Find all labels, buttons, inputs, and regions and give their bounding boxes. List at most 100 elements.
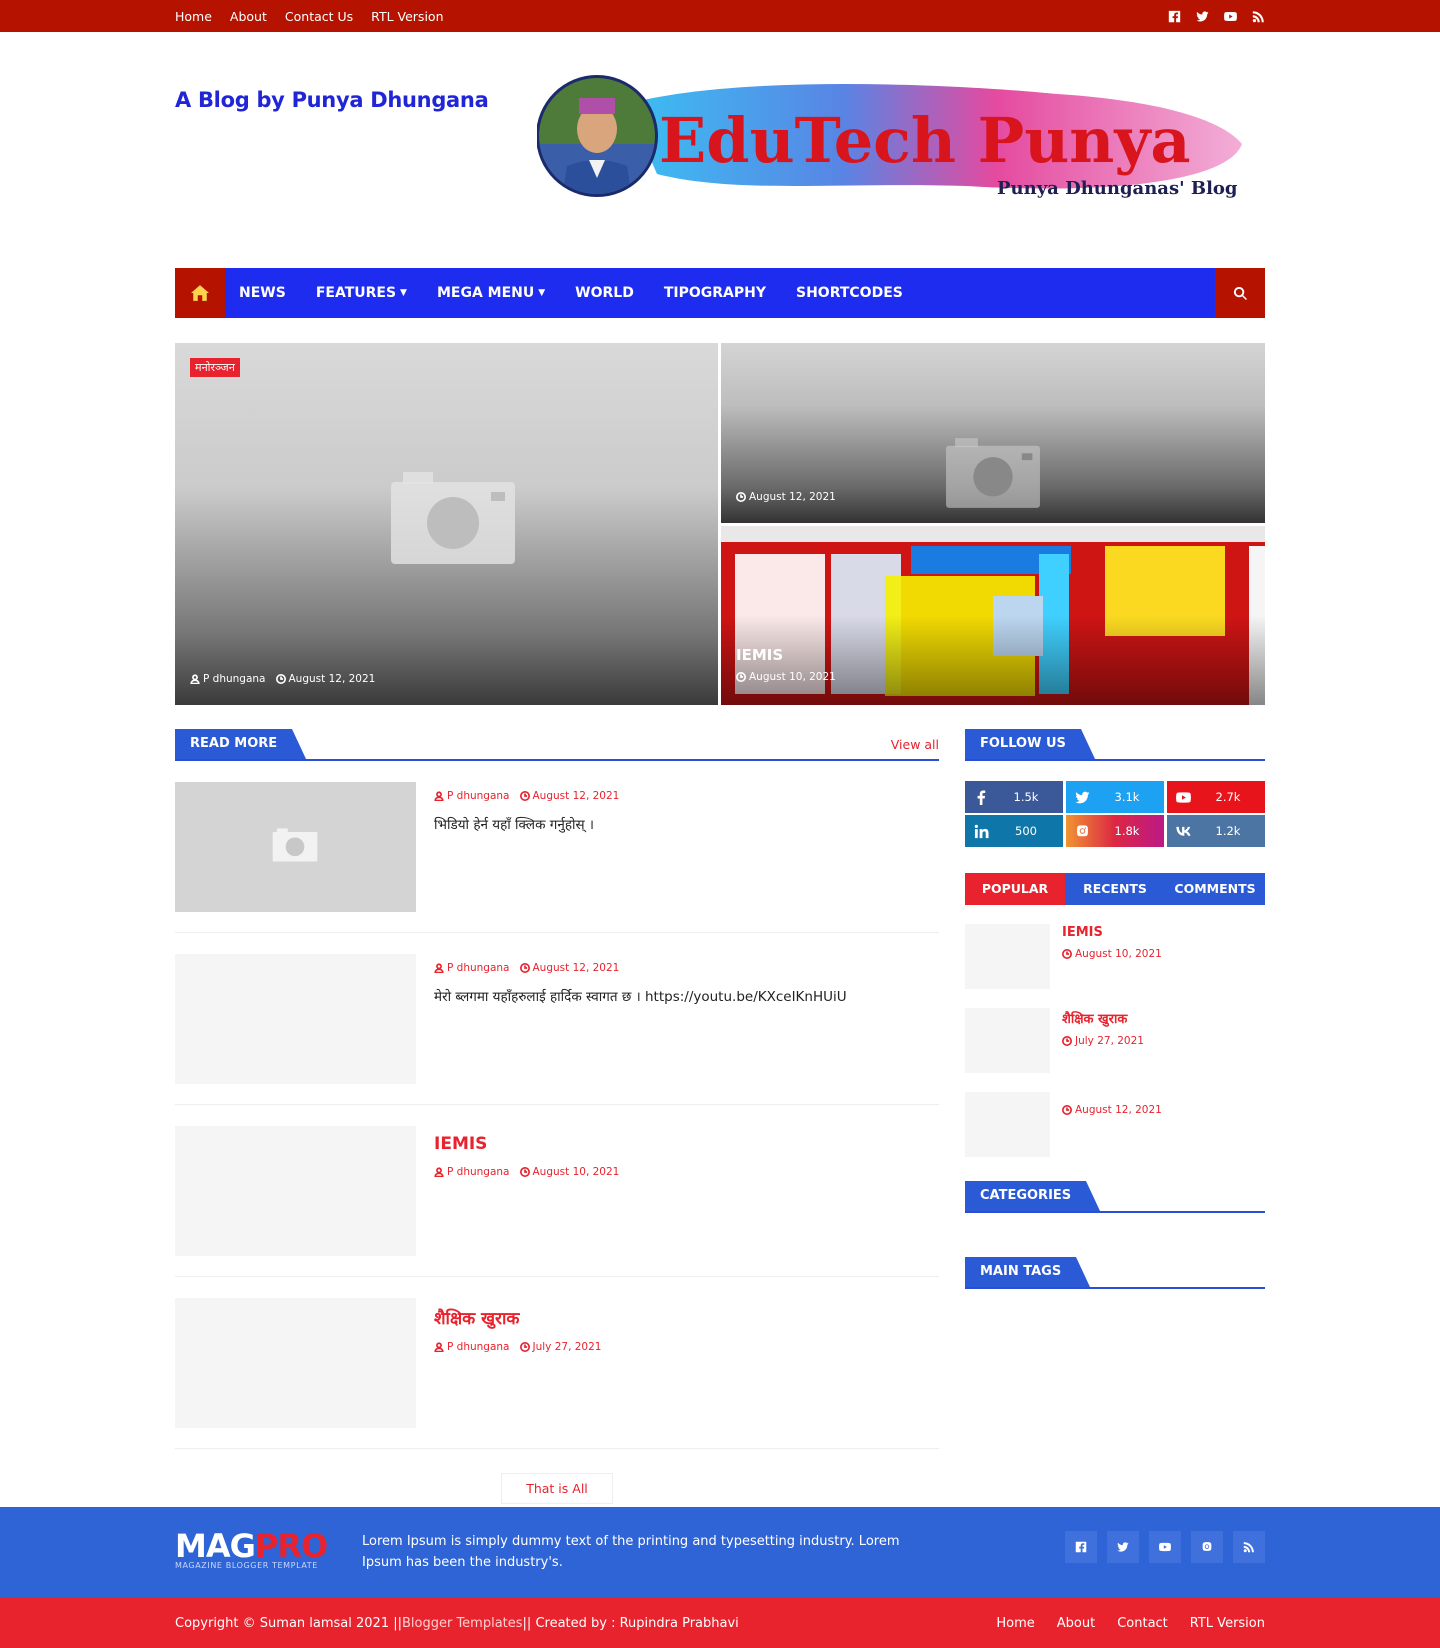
footer-link-contact[interactable]: Contact [1117,1616,1168,1631]
top-links: Home About Contact Us RTL Version [175,9,444,24]
post-thumbnail[interactable] [175,782,416,912]
top-link-about[interactable]: About [230,9,267,24]
post-thumbnail[interactable] [965,1092,1050,1157]
search-icon [1233,286,1247,300]
nav-item-news[interactable]: NEWS [239,285,301,301]
post-thumbnail[interactable] [965,924,1050,989]
twitter-icon[interactable] [1107,1531,1139,1563]
post-date: August 12, 2021 [532,962,620,974]
post-date: August 10, 2021 [749,671,836,683]
youtube-icon[interactable] [1149,1531,1181,1563]
logo-subtitle: MAGAZINE BLOGGER TEMPLATE [175,1561,318,1570]
footer-link-rtl[interactable]: RTL Version [1190,1616,1265,1631]
list-item[interactable]: IEMIS P dhungana August 10, 2021 [175,1105,939,1277]
post-author[interactable]: P dhungana [447,962,510,974]
chevron-down-icon: ▼ [400,288,407,298]
facebook-icon[interactable] [1167,9,1181,23]
bottom-bar: Copyright © Suman lamsal 2021 ||Blogger … [0,1598,1440,1648]
footer-social [1065,1531,1265,1563]
view-all-link[interactable]: View all [891,737,939,752]
tab-popular[interactable]: POPULAR [965,873,1065,905]
footer-link-about[interactable]: About [1057,1616,1095,1631]
footer-link-home[interactable]: Home [996,1616,1034,1631]
post-author[interactable]: P dhungana [447,1341,510,1353]
nav-item-shortcodes[interactable]: SHORTCODES [781,285,918,301]
camera-placeholder-icon [272,828,318,862]
social-counters: 1.5k 3.1k 2.7k 500 1.8k 1.2k [965,781,1265,847]
footer-logo[interactable]: MAGPRO MAGAZINE BLOGGER TEMPLATE [175,1530,328,1570]
post-meta: P dhungana August 12, 2021 [434,790,619,802]
top-link-rtl[interactable]: RTL Version [371,9,443,24]
post-title[interactable]: IEMIS [434,1134,619,1154]
post-meta: August 10, 2021 [736,671,836,683]
post-thumbnail[interactable] [175,954,416,1084]
nav-item-features[interactable]: FEATURES ▼ [301,285,422,301]
instagram-icon [1077,824,1088,836]
clock-icon [519,1342,530,1352]
popular-item[interactable]: August 12, 2021 [965,1092,1265,1157]
categories-header: CATEGORIES [965,1181,1265,1213]
header-banner[interactable]: EduTech Punya Punya Dhunganas' Blog [537,74,1253,204]
featured-post-main[interactable]: मनोरञ्जन P dhungana August 12, 2021 [175,343,718,705]
category-badge[interactable]: मनोरञ्जन [190,358,240,377]
rss-icon[interactable] [1233,1531,1265,1563]
linkedin-icon [974,824,989,838]
facebook-icon[interactable] [1065,1531,1097,1563]
instagram-icon[interactable] [1191,1531,1223,1563]
tab-recents[interactable]: RECENTS [1065,873,1165,905]
blog-title[interactable]: A Blog by Punya Dhungana [175,88,489,112]
top-link-home[interactable]: Home [175,9,212,24]
post-title[interactable]: IEMIS [736,646,783,664]
youtube-counter[interactable]: 2.7k [1167,781,1265,813]
tab-comments[interactable]: COMMENTS [1165,873,1265,905]
twitter-counter[interactable]: 3.1k [1066,781,1164,813]
vk-icon [1176,826,1191,836]
copyright: Copyright © Suman lamsal 2021 ||Blogger … [175,1616,739,1631]
instagram-counter[interactable]: 1.8k [1066,815,1164,847]
nav-home-button[interactable] [175,268,225,318]
list-item[interactable]: P dhungana August 12, 2021 भिडियो हेर्न … [175,761,939,933]
vk-counter[interactable]: 1.2k [1167,815,1265,847]
post-author[interactable]: P dhungana [203,673,266,685]
follower-count: 3.1k [1114,790,1140,804]
post-title[interactable]: शैक्षिक खुराक [1062,1009,1144,1027]
facebook-icon [977,789,986,805]
nav-item-label: SHORTCODES [796,285,903,301]
featured-post-right-top[interactable]: August 12, 2021 [721,343,1265,523]
home-icon [191,285,209,301]
youtube-icon[interactable] [1223,9,1237,23]
nav-item-tipography[interactable]: TIPOGRAPHY [649,285,781,301]
facebook-counter[interactable]: 1.5k [965,781,1063,813]
post-title[interactable]: IEMIS [1062,925,1162,940]
post-thumbnail[interactable] [175,1298,416,1428]
clock-icon [519,1167,530,1177]
list-item[interactable]: P dhungana August 12, 2021 मेरो ब्लगमा य… [175,933,939,1105]
post-date: August 12, 2021 [749,491,836,503]
linkedin-counter[interactable]: 500 [965,815,1063,847]
twitter-icon[interactable] [1195,9,1209,23]
nav-item-world[interactable]: WORLD [560,285,649,301]
rss-icon[interactable] [1251,9,1265,23]
post-date: July 27, 2021 [1075,1035,1144,1047]
section-title: CATEGORIES [965,1181,1101,1211]
clock-icon [275,674,286,684]
post-meta: August 12, 2021 [736,491,836,503]
post-date: August 12, 2021 [532,790,620,802]
read-more-header: READ MORE View all [175,729,939,761]
top-link-contact[interactable]: Contact Us [285,9,353,24]
post-thumbnail[interactable] [175,1126,416,1256]
post-author[interactable]: P dhungana [447,790,510,802]
end-of-list-label: That is All [501,1473,613,1504]
blogger-templates-link[interactable]: Blogger Templates [402,1616,523,1631]
post-author[interactable]: P dhungana [447,1166,510,1178]
featured-post-right-bottom[interactable]: IEMIS August 10, 2021 [721,526,1265,705]
post-title[interactable]: शैक्षिक खुराक [434,1306,601,1329]
popular-item[interactable]: शैक्षिक खुराक July 27, 2021 [965,1008,1265,1073]
list-item[interactable]: शैक्षिक खुराक P dhungana July 27, 2021 [175,1277,939,1449]
search-button[interactable] [1215,268,1265,318]
popular-tabs: POPULAR RECENTS COMMENTS [965,873,1265,905]
post-thumbnail[interactable] [965,1008,1050,1073]
featured-posts: मनोरञ्जन P dhungana August 12, 2021 Augu… [175,343,1265,705]
nav-item-mega-menu[interactable]: MEGA MENU ▼ [422,285,560,301]
popular-item[interactable]: IEMIS August 10, 2021 [965,924,1265,989]
